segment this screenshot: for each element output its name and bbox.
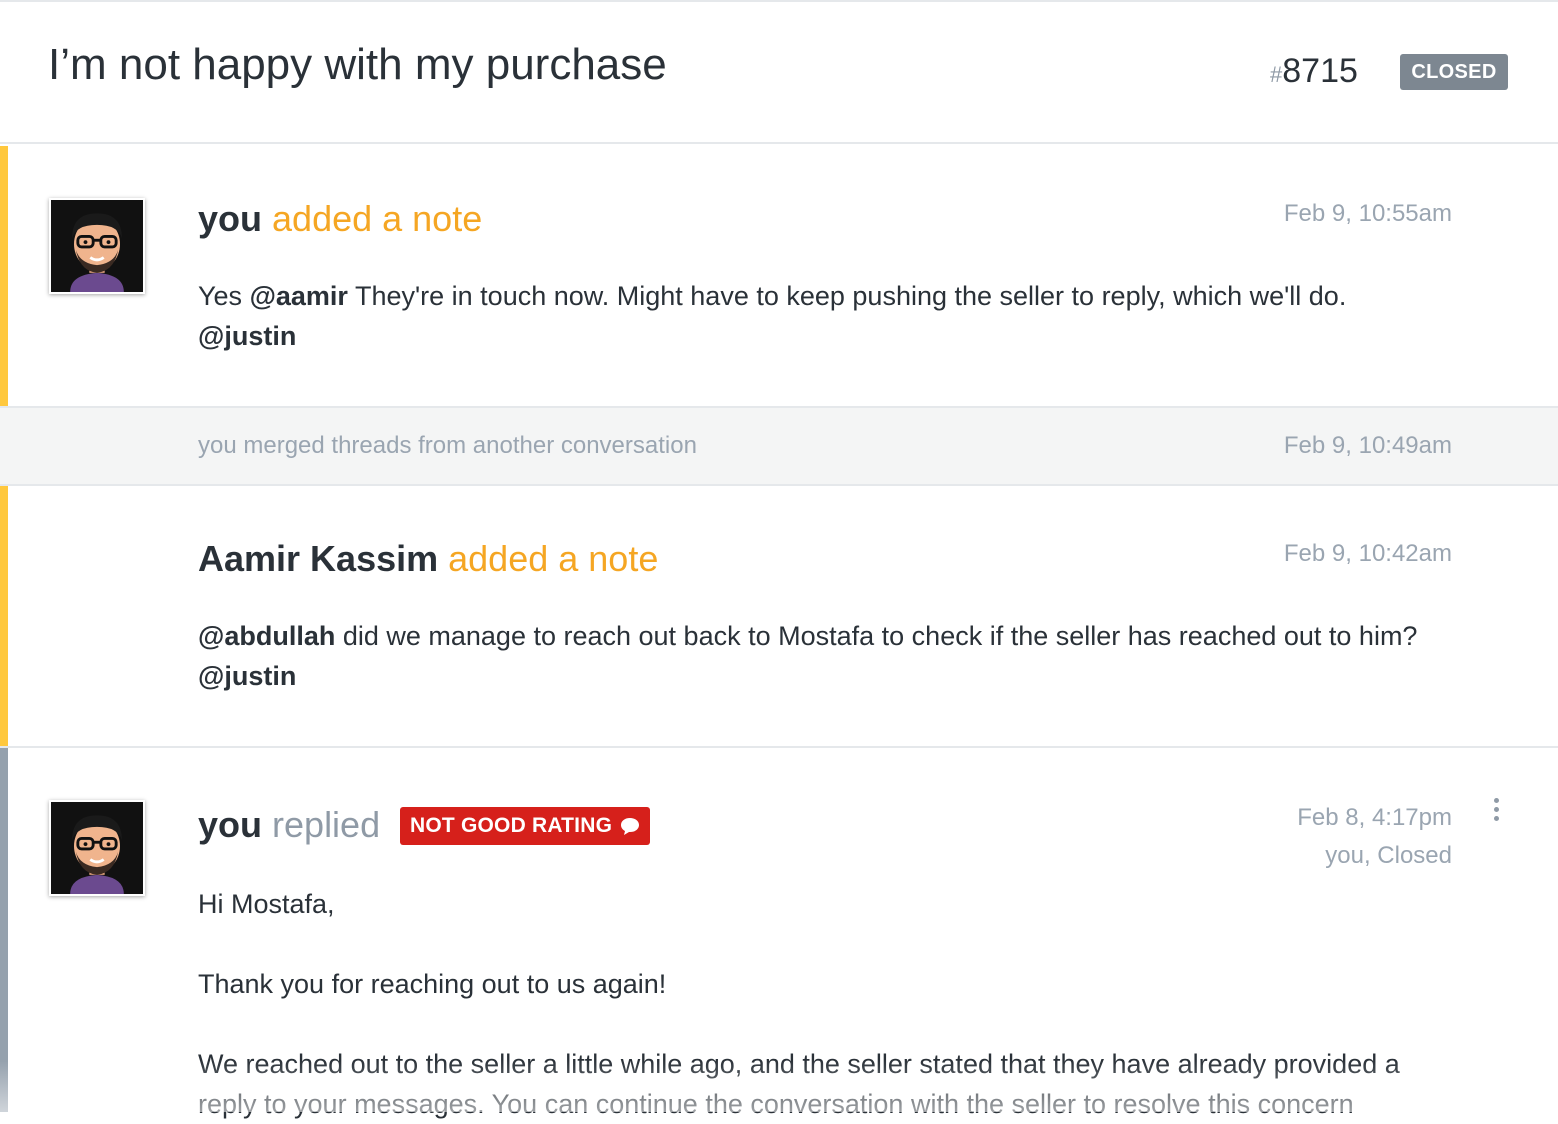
- thread-body: Yes @aamir They're in touch now. Might h…: [198, 276, 1448, 356]
- body-text: did we manage to reach out back to Mosta…: [335, 621, 1418, 651]
- note-indicator-bar: [0, 146, 8, 406]
- thread-note: Aamir Kassim added a note Feb 9, 10:42am…: [0, 486, 1558, 746]
- status-badge[interactable]: CLOSED: [1400, 54, 1508, 90]
- thread-title: Aamir Kassim added a note: [198, 538, 658, 580]
- conversation-subject: I’m not happy with my purchase: [48, 40, 667, 89]
- body-text: They're in touch now. Might have to keep…: [347, 281, 1347, 311]
- mention[interactable]: @justin: [198, 661, 296, 691]
- thread-author[interactable]: Aamir Kassim: [198, 538, 438, 579]
- avatar-icon: [51, 200, 143, 292]
- thread-title: you replied: [198, 804, 380, 846]
- line-item-timestamp[interactable]: Feb 9, 10:49am: [1284, 432, 1452, 460]
- thread-title: you added a note: [198, 198, 482, 240]
- avatar[interactable]: [49, 800, 145, 896]
- ticket-number-value: 8715: [1282, 52, 1358, 90]
- ticket-number: #8715: [1270, 52, 1358, 91]
- thread-timestamp[interactable]: Feb 9, 10:42am: [1284, 540, 1452, 568]
- thread-body: Hi Mostafa, Thank you for reaching out t…: [198, 884, 1458, 1124]
- ticket-hash: #: [1270, 62, 1283, 87]
- thread-note: you added a note Feb 9, 10:55am Yes @aam…: [0, 146, 1558, 406]
- note-indicator-bar: [0, 486, 8, 746]
- rating-badge-label: NOT GOOD RATING: [410, 814, 613, 837]
- reply-indicator-bar: [0, 748, 8, 1112]
- thread-author[interactable]: you: [198, 804, 262, 845]
- thread-reply: you replied NOT GOOD RATING Feb 8, 4:17p…: [0, 746, 1558, 1119]
- kebab-menu-icon[interactable]: [1486, 798, 1506, 828]
- thread-line-item: you merged threads from another conversa…: [0, 406, 1558, 486]
- mention[interactable]: @justin: [198, 321, 296, 351]
- body-paragraph: Thank you for reaching out to us again!: [198, 969, 667, 999]
- thread-body: @abdullah did we manage to reach out bac…: [198, 616, 1448, 696]
- body-paragraph: We reached out to the seller a little wh…: [198, 1049, 1400, 1119]
- mention[interactable]: @aamir: [250, 281, 348, 311]
- thread-meta: you, Closed: [1325, 842, 1452, 869]
- thread-action: replied: [272, 804, 381, 845]
- thread-timestamp[interactable]: Feb 8, 4:17pm: [1297, 804, 1452, 832]
- speech-bubble-icon: [621, 818, 640, 835]
- mention[interactable]: @abdullah: [198, 621, 335, 651]
- thread-timestamp[interactable]: Feb 9, 10:55am: [1284, 200, 1452, 228]
- rating-badge[interactable]: NOT GOOD RATING: [400, 807, 651, 845]
- line-item-text: you merged threads from another conversa…: [198, 432, 697, 459]
- avatar-icon: [51, 802, 143, 894]
- thread-author[interactable]: you: [198, 198, 262, 239]
- conversation-view: I’m not happy with my purchase #8715 CLO…: [0, 0, 1558, 1119]
- conversation-header: I’m not happy with my purchase #8715 CLO…: [0, 0, 1558, 144]
- thread-action: added a note: [448, 538, 659, 579]
- body-text: Yes: [198, 281, 250, 311]
- thread-action: added a note: [272, 198, 483, 239]
- body-paragraph: Hi Mostafa,: [198, 889, 335, 919]
- avatar[interactable]: [49, 198, 145, 294]
